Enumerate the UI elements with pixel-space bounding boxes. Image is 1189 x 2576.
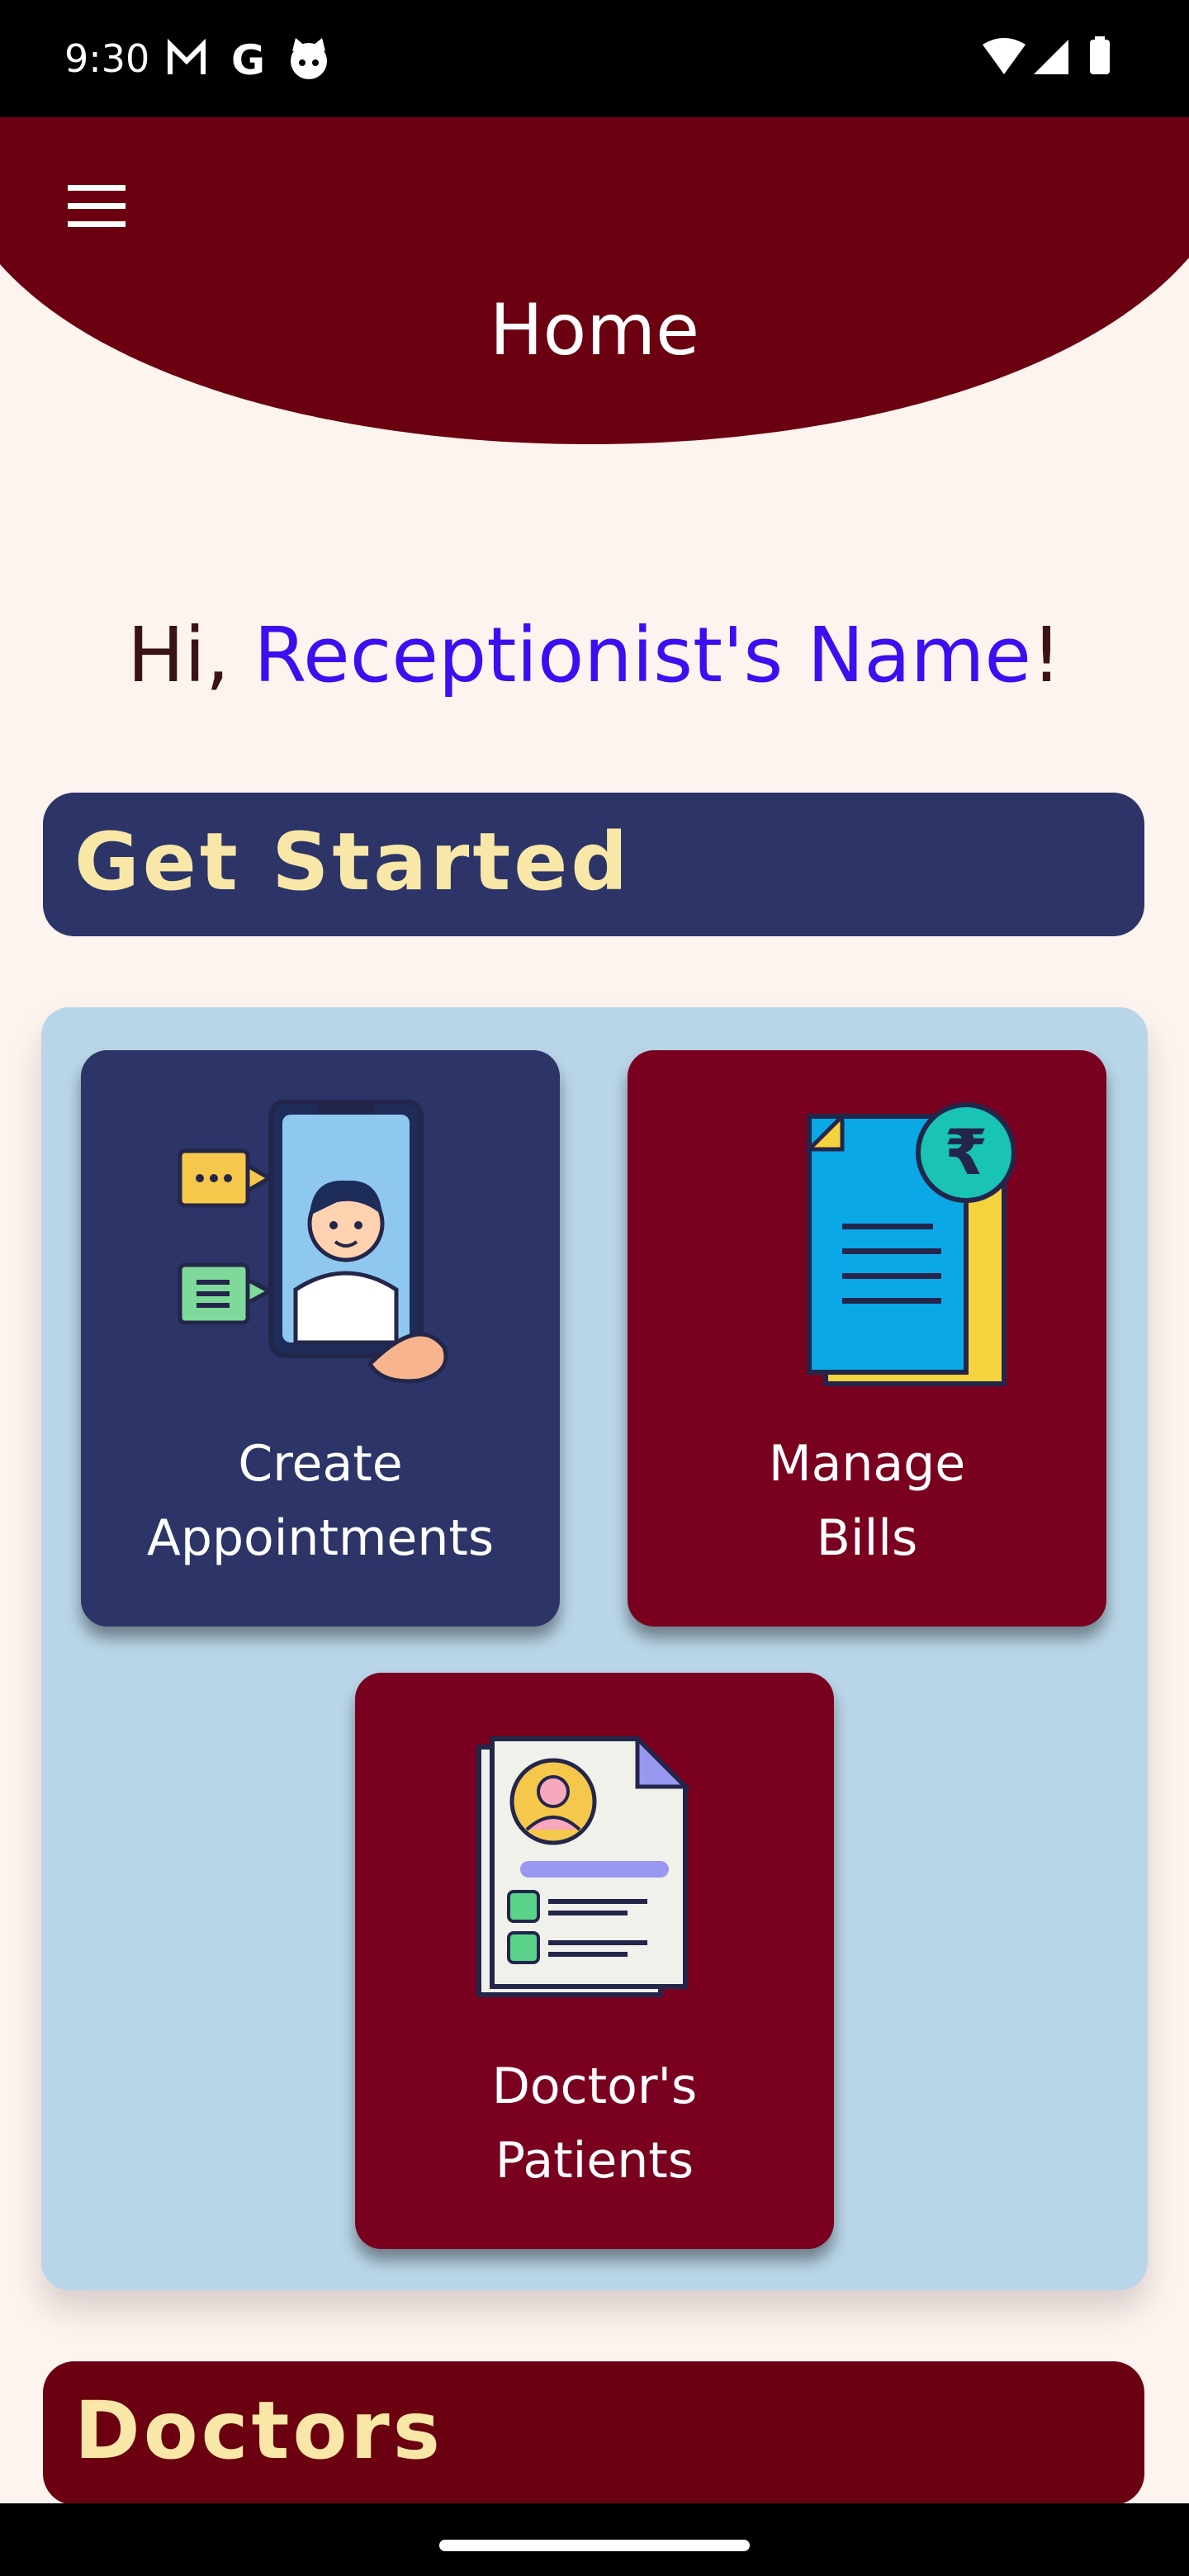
get-started-banner: Get Started xyxy=(43,793,1144,936)
battery-icon xyxy=(1090,40,1110,74)
patient-record-icon xyxy=(476,1733,691,1997)
rupee-bill-icon: ₹ xyxy=(803,1102,1016,1386)
hamburger-menu-icon xyxy=(68,185,126,227)
svg-text:₹: ₹ xyxy=(945,1115,988,1189)
get-started-title: Get Started xyxy=(74,816,632,908)
manage-bills-label: Manage Bills xyxy=(768,1435,966,1567)
create-appointments-label: Create Appointments xyxy=(146,1435,495,1567)
tiles-panel: Create Appointments ₹ Manage Bills Docto… xyxy=(41,1007,1148,2290)
menu-button[interactable] xyxy=(58,173,140,239)
doctors-patients-tile[interactable]: Doctor's Patients xyxy=(355,1673,834,2249)
doctors-title: Doctors xyxy=(74,2384,443,2477)
system-icons xyxy=(983,36,1123,87)
greeting-suffix: ! xyxy=(1031,611,1062,699)
svg-text:G: G xyxy=(231,36,265,83)
status-time: 9:30 xyxy=(64,36,150,81)
manage-bills-tile[interactable]: ₹ Manage Bills xyxy=(628,1050,1106,1627)
receptionist-name: Receptionist's Name xyxy=(253,611,1031,699)
greeting: Hi, Receptionist's Name! xyxy=(0,611,1189,699)
greeting-prefix: Hi, xyxy=(127,611,254,699)
home-gesture-handle[interactable] xyxy=(439,2540,750,2551)
google-icon: G xyxy=(231,36,265,84)
navigation-bar xyxy=(0,2503,1189,2576)
signal-icon xyxy=(1034,40,1068,74)
notification-icons: G xyxy=(165,36,347,87)
status-bar: 9:30 G xyxy=(0,0,1189,119)
gmail-icon xyxy=(168,38,206,74)
doctors-banner: Doctors xyxy=(43,2361,1144,2505)
page-title: Home xyxy=(490,289,699,372)
wifi-icon xyxy=(983,38,1026,74)
doctors-patients-label: Doctor's Patients xyxy=(491,2057,698,2190)
create-appointments-tile[interactable]: Create Appointments xyxy=(81,1050,560,1627)
doctor-phone-icon xyxy=(178,1100,448,1384)
cat-icon xyxy=(291,38,327,79)
